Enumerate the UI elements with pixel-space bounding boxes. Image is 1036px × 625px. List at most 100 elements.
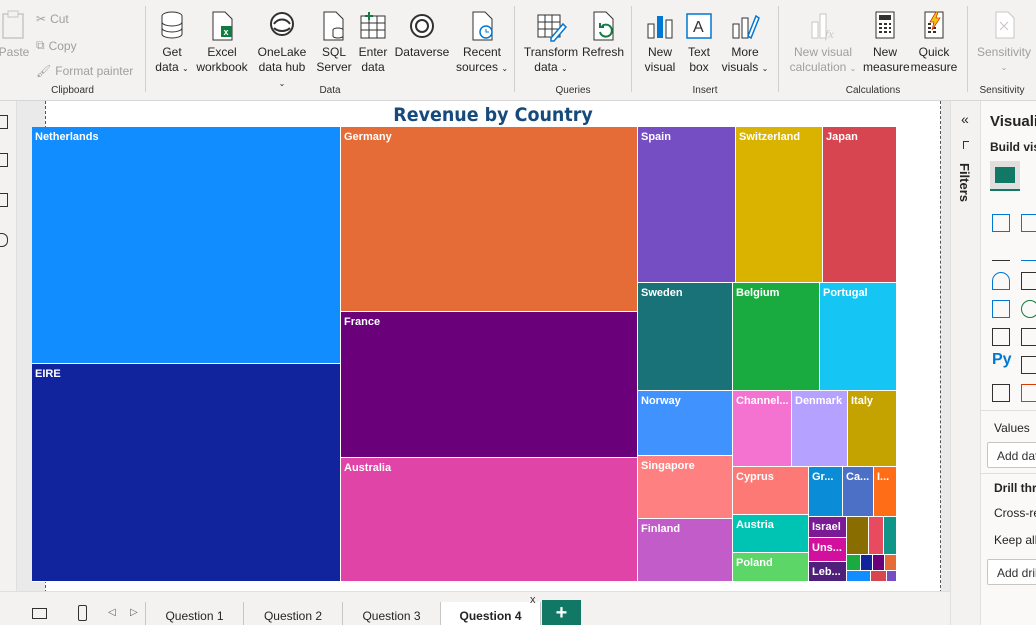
onelake-button[interactable]: OneLake data hub ⌄ <box>254 10 310 91</box>
python-visual-icon[interactable]: Py <box>992 351 1012 369</box>
get-data-button[interactable]: Get data ⌄ <box>152 10 192 76</box>
more-visuals-button[interactable]: More visuals ⌄ <box>720 10 770 76</box>
dataverse-icon <box>410 14 434 38</box>
treemap-tile[interactable]: Denmark <box>792 391 848 467</box>
add-drill-field-well[interactable]: Add drill-through fields here <box>987 559 1036 585</box>
enter-data-button[interactable]: Enter data <box>355 10 391 75</box>
treemap-tile[interactable]: Sweden <box>638 283 733 391</box>
treemap-tile[interactable] <box>861 555 873 571</box>
treemap-tile[interactable]: Israel <box>809 517 847 538</box>
new-visual-calculation-button[interactable]: fx New visual calculation ⌄ <box>785 10 861 76</box>
treemap-icon[interactable] <box>992 300 1010 318</box>
treemap-tile[interactable] <box>847 517 869 555</box>
refresh-button[interactable]: Refresh <box>581 10 625 60</box>
treemap-tile[interactable]: France <box>341 312 638 458</box>
treemap-tile[interactable]: Channel... <box>733 391 792 467</box>
desktop-layout-icon[interactable] <box>32 608 47 619</box>
page-tab-question-3[interactable]: Question 3 <box>342 602 440 625</box>
copy-label: Copy <box>48 38 77 53</box>
page-tab-question-2[interactable]: Question 2 <box>243 602 342 625</box>
treemap-tile[interactable]: Austria <box>733 515 809 553</box>
paste-button[interactable]: Paste <box>0 10 32 60</box>
treemap-tile[interactable]: Norway <box>638 391 733 456</box>
dataverse-button[interactable]: Dataverse <box>394 10 450 60</box>
stacked-bar-icon[interactable] <box>992 214 1010 232</box>
treemap-tile[interactable]: I... <box>874 467 897 517</box>
treemap-tile[interactable]: EIRE <box>32 364 341 582</box>
more-visuals-label-2: visuals ⌄ <box>721 60 769 74</box>
drill-through-label: Drill through <box>994 481 1036 495</box>
close-tab-icon[interactable]: x <box>530 594 536 606</box>
report-view-icon[interactable] <box>0 115 8 129</box>
format-painter-button[interactable]: 🖌 Format painter <box>36 64 133 78</box>
treemap-tile[interactable] <box>847 571 871 582</box>
treemap-tile[interactable]: Uns... <box>809 538 847 562</box>
sql-server-button[interactable]: SQL Server <box>314 10 354 75</box>
new-visual-button[interactable]: New visual <box>640 10 680 75</box>
prev-page-icon[interactable]: ◁ <box>108 607 116 618</box>
treemap-tile[interactable] <box>884 517 897 555</box>
area-chart-icon[interactable] <box>1021 243 1036 261</box>
transform-data-button[interactable]: Transform data ⌄ <box>523 10 579 76</box>
table-view-icon[interactable] <box>0 153 8 167</box>
treemap-tile[interactable] <box>869 517 884 555</box>
treemap-tile[interactable]: Finland <box>638 519 733 582</box>
build-visual-label: Build visual <box>990 140 1036 154</box>
build-visual-tab[interactable] <box>990 161 1020 191</box>
excel-workbook-button[interactable]: x Excel workbook <box>194 10 250 75</box>
add-data-field-well[interactable]: Add data fields here <box>987 442 1036 468</box>
collapse-icon[interactable]: « <box>961 111 969 127</box>
treemap-tile[interactable] <box>885 555 897 571</box>
treemap-tile-label: Portugal <box>823 287 868 299</box>
treemap-tile[interactable]: Germany <box>341 127 638 312</box>
treemap-tile[interactable]: Cyprus <box>733 467 809 515</box>
treemap-tile[interactable] <box>887 571 897 582</box>
treemap-tile[interactable]: Netherlands <box>32 127 341 364</box>
treemap-tile[interactable]: Singapore <box>638 456 733 519</box>
page-tab-question-1[interactable]: Question 1 <box>145 602 243 625</box>
treemap-tile[interactable]: Australia <box>341 458 638 582</box>
next-page-icon[interactable]: ▷ <box>130 607 138 618</box>
waterfall-icon[interactable] <box>1021 272 1036 290</box>
text-box-button[interactable]: A Text box <box>682 10 716 75</box>
model-view-icon[interactable] <box>0 193 8 207</box>
mobile-layout-icon[interactable] <box>78 605 87 621</box>
treemap-tile[interactable]: Portugal <box>820 283 897 391</box>
paginated-report-icon[interactable] <box>992 384 1010 402</box>
treemap-tile[interactable]: Switzerland <box>736 127 823 283</box>
map-icon[interactable] <box>1021 300 1036 318</box>
treemap-tile[interactable]: Poland <box>733 553 809 582</box>
filters-pane[interactable]: « Filters <box>950 101 980 625</box>
queries-group-label: Queries <box>555 85 591 96</box>
ribbon-chart-icon[interactable] <box>992 272 1010 290</box>
r-visual-icon[interactable] <box>1021 356 1036 374</box>
power-automate-icon[interactable] <box>1021 384 1036 402</box>
treemap-tile[interactable] <box>847 555 861 571</box>
cut-button[interactable]: ✂ Cut <box>36 12 69 26</box>
slicer-icon[interactable] <box>1021 328 1036 346</box>
add-page-button[interactable]: + <box>542 600 581 625</box>
build-visual-icon <box>995 167 1015 183</box>
treemap-tile[interactable]: Ca... <box>843 467 874 517</box>
new-measure-button[interactable]: New measure <box>863 10 910 75</box>
treemap-tile[interactable] <box>871 571 887 582</box>
table-icon <box>360 12 386 39</box>
treemap-tile[interactable] <box>873 555 885 571</box>
dax-view-icon[interactable] <box>0 233 8 247</box>
recent-sources-button[interactable]: Recent sources ⌄ <box>454 10 510 76</box>
treemap-tile[interactable]: Spain <box>638 127 736 283</box>
stacked-column-icon[interactable] <box>1021 214 1036 232</box>
treemap-tile[interactable]: Belgium <box>733 283 820 391</box>
add-drill-placeholder: Add drill-through fields here <box>997 566 1036 580</box>
copy-button[interactable]: ⧉ Copy <box>36 38 77 53</box>
quick-measure-label-1: Quick <box>918 45 950 59</box>
treemap-tile[interactable]: Gr... <box>809 467 843 517</box>
treemap-tile[interactable]: Italy <box>848 391 897 467</box>
sensitivity-button[interactable]: Sensitivity ⌄ <box>974 10 1034 75</box>
page-tab-question-4[interactable]: Question 4 <box>440 602 541 625</box>
treemap-tile[interactable]: Leb... <box>809 562 847 582</box>
quick-measure-button[interactable]: Quick measure <box>909 10 959 75</box>
treemap-tile[interactable]: Japan <box>823 127 897 283</box>
line-chart-icon[interactable] <box>992 243 1010 261</box>
table-icon[interactable] <box>992 328 1010 346</box>
